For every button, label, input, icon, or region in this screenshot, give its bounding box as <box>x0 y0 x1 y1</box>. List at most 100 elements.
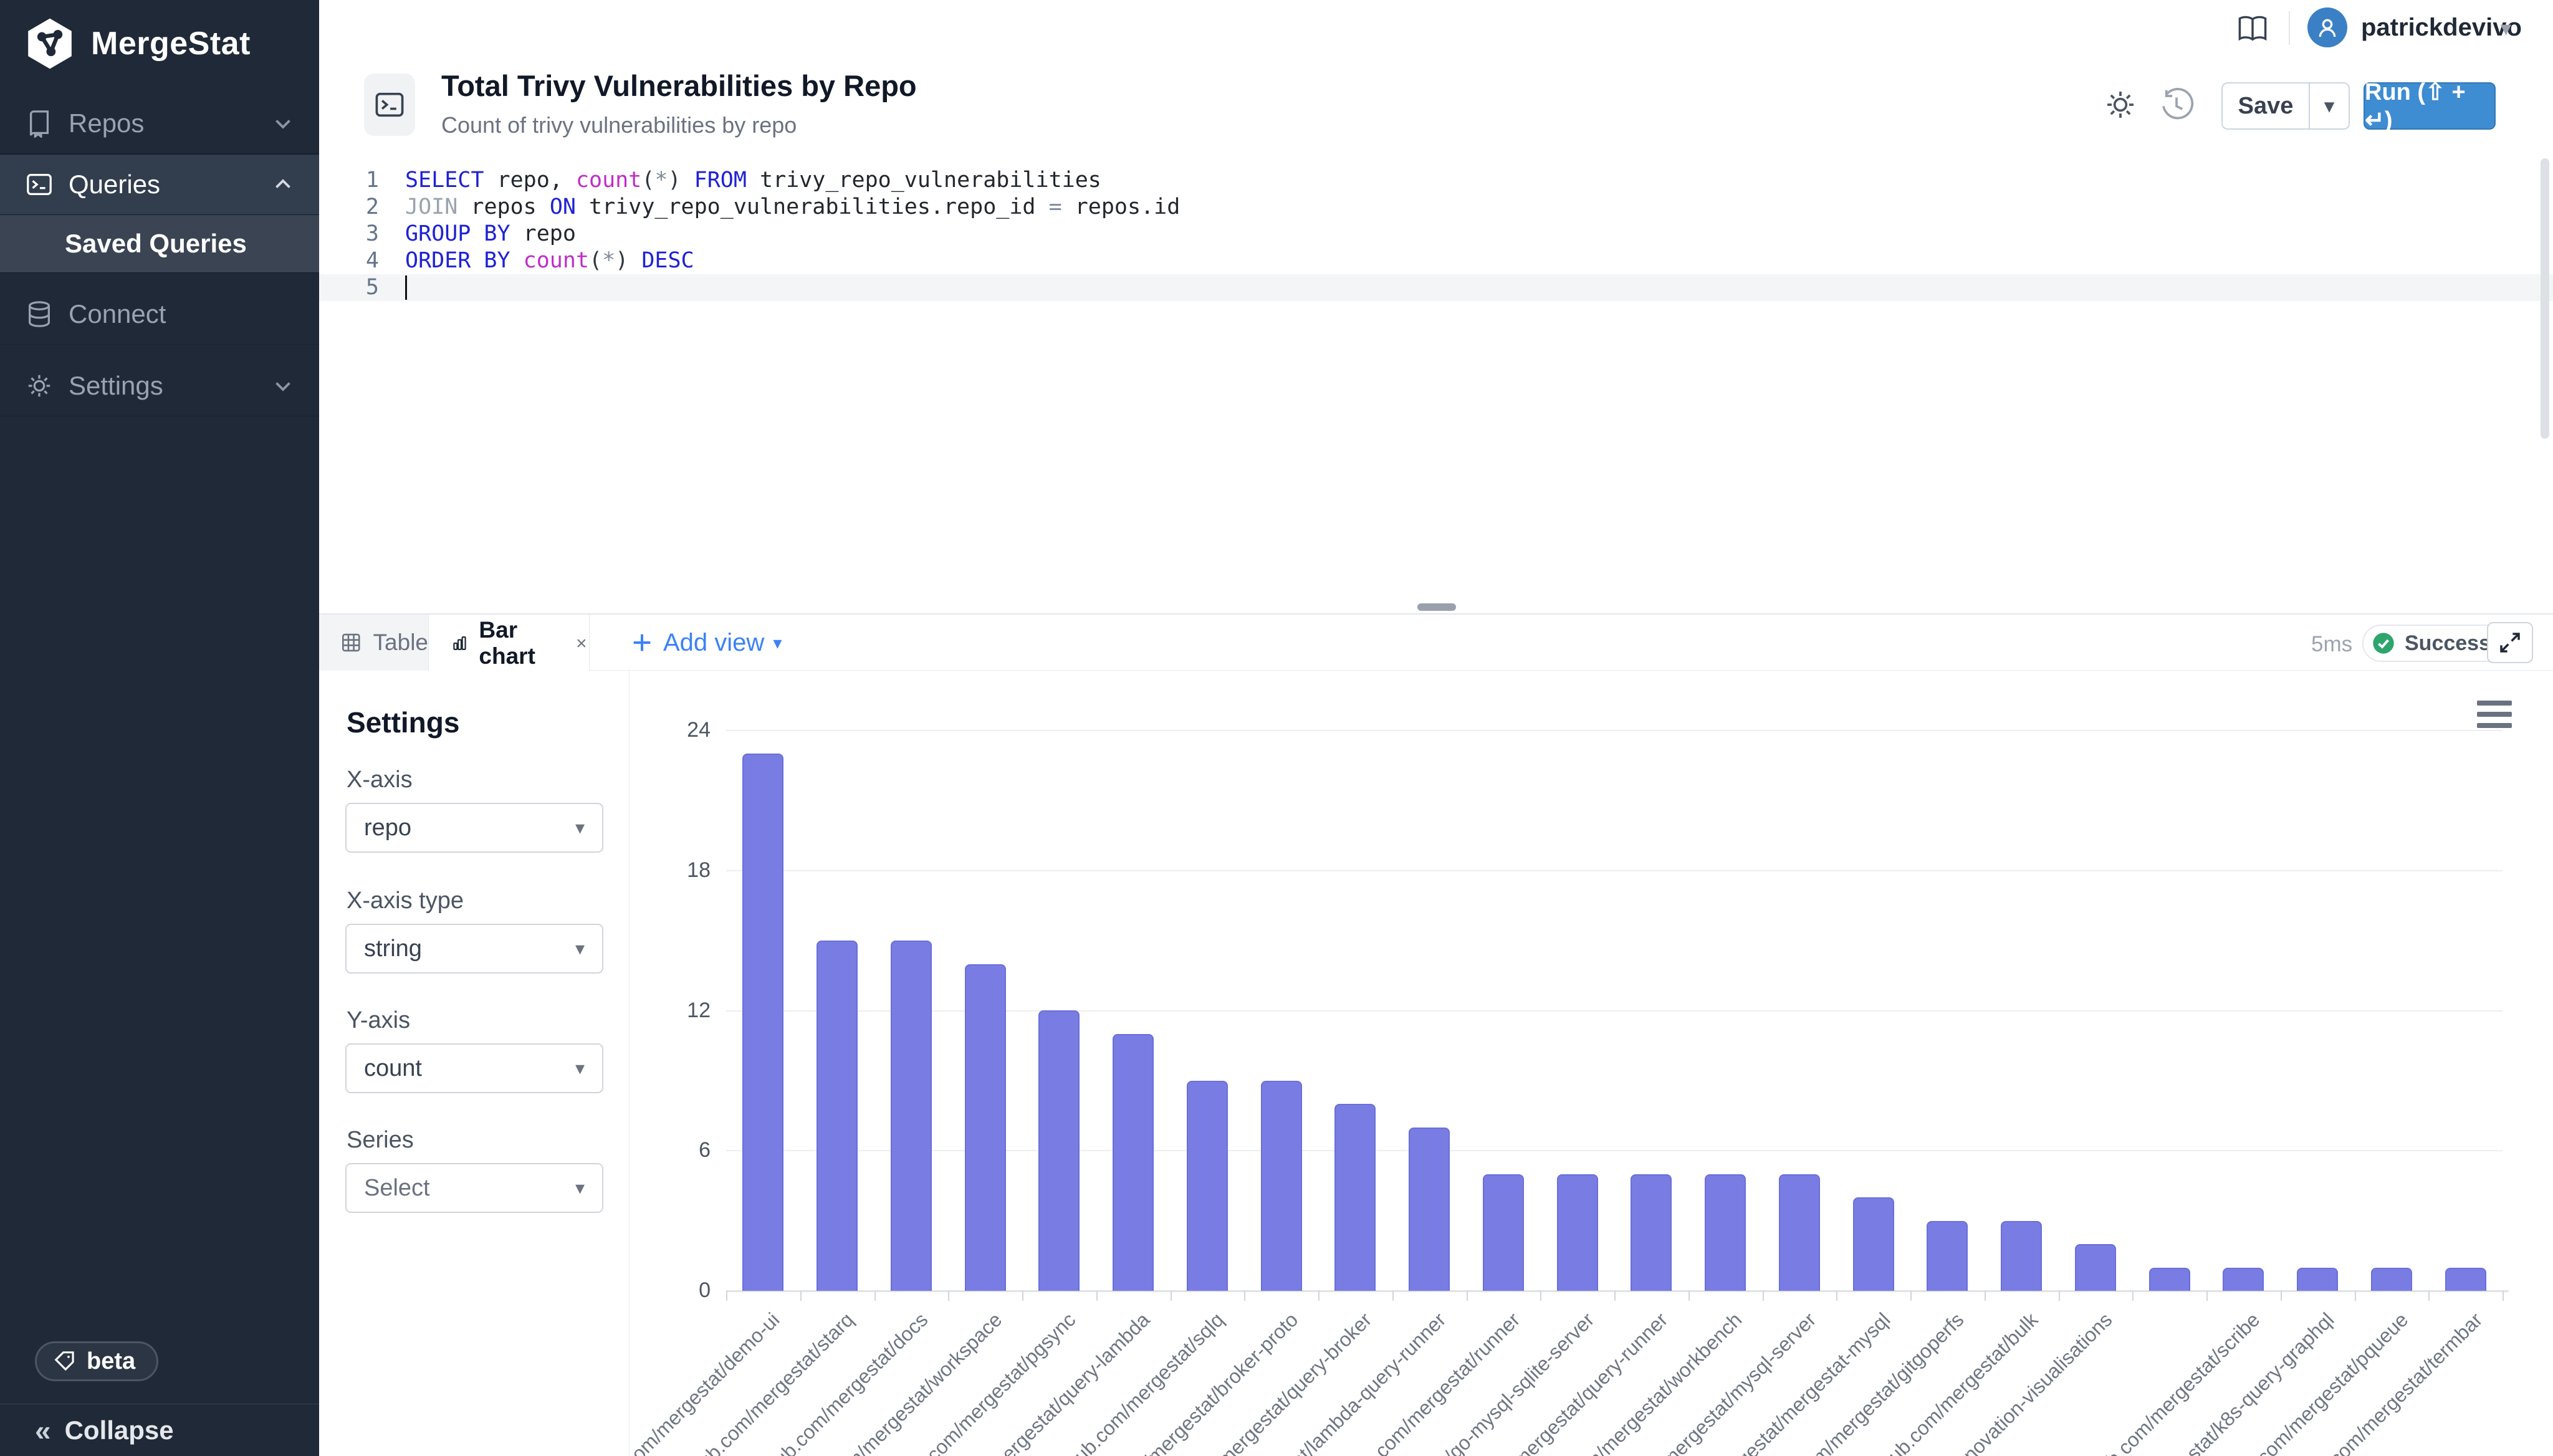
sidebar-item-label: Connect <box>69 299 166 329</box>
sidebar-item-repos[interactable]: Repos <box>0 93 319 154</box>
y-axis-select[interactable]: count▾ <box>345 1043 603 1093</box>
close-tab-icon[interactable] <box>574 633 589 654</box>
tab-table[interactable]: Table <box>319 615 429 671</box>
x-axis-tick <box>1392 1291 1394 1301</box>
save-dropdown-caret[interactable]: ▾ <box>2309 82 2350 130</box>
bar[interactable] <box>1113 1034 1154 1291</box>
bar[interactable] <box>891 941 932 1291</box>
add-view-label: Add view <box>663 629 764 657</box>
bar[interactable] <box>2445 1268 2486 1291</box>
bar[interactable] <box>1187 1081 1228 1291</box>
beta-label: beta <box>87 1348 135 1375</box>
x-axis-tick <box>2281 1291 2282 1301</box>
line-number: 4 <box>319 247 379 274</box>
bar[interactable] <box>1779 1174 1820 1291</box>
sidebar-item-settings[interactable]: Settings <box>0 356 319 416</box>
bar[interactable] <box>2149 1268 2190 1291</box>
code-token <box>628 248 641 273</box>
x-axis-label: X-axis <box>347 767 413 793</box>
line-number: 5 <box>319 274 379 301</box>
code-token: = <box>1049 194 1062 219</box>
terminal-icon <box>25 170 54 199</box>
code-token: ) <box>668 168 681 193</box>
bar[interactable] <box>742 754 783 1291</box>
bar[interactable] <box>1334 1104 1376 1291</box>
bar[interactable] <box>1557 1174 1598 1291</box>
sidebar-item-label: Settings <box>69 371 163 401</box>
history-icon[interactable] <box>2159 87 2194 122</box>
results-tabbar: Table Bar chart Add view ▾ 5ms Success <box>319 615 2553 671</box>
sidebar-nav: Repos Queries Saved Queries <box>0 93 319 416</box>
bar[interactable] <box>1927 1221 1968 1291</box>
tab-bar-chart[interactable]: Bar chart <box>429 615 590 671</box>
query-header: Total Trivy Vulnerabilities by Repo Coun… <box>319 55 2553 155</box>
code-line: 5 <box>319 274 2553 301</box>
caret-down-icon: ▾ <box>575 938 585 960</box>
bar[interactable] <box>1409 1128 1450 1291</box>
code-token <box>681 168 694 193</box>
username[interactable]: patrickdevivo <box>2361 14 2522 42</box>
code-token: SELECT <box>405 168 484 193</box>
sql-editor[interactable]: 1SELECT repo, count(*) FROM trivy_repo_v… <box>319 155 2553 613</box>
bar[interactable] <box>1705 1174 1746 1291</box>
y-axis-tick-label: 18 <box>642 858 711 883</box>
bar[interactable] <box>1631 1174 1672 1291</box>
sidebar-item-queries[interactable]: Queries <box>0 154 319 215</box>
page-title: Total Trivy Vulnerabilities by Repo <box>441 69 917 103</box>
query-settings-gear-icon[interactable] <box>2103 87 2138 122</box>
x-axis-tick <box>874 1291 876 1301</box>
chart-menu-icon[interactable] <box>2477 701 2512 728</box>
tag-icon <box>53 1349 77 1373</box>
sidebar-item-connect[interactable]: Connect <box>0 284 319 345</box>
select-value: count <box>364 1055 422 1082</box>
run-button[interactable]: Run (⇧ + ↵) <box>2364 82 2496 130</box>
user-menu-caret-icon[interactable]: ▾ <box>2501 16 2511 41</box>
x-axis-tick <box>1910 1291 1912 1301</box>
settings-title: Settings <box>347 706 459 739</box>
code-line: 1SELECT repo, count(*) FROM trivy_repo_v… <box>319 167 2553 194</box>
code-token: FROM <box>694 168 747 193</box>
bar[interactable] <box>2001 1221 2042 1291</box>
bar[interactable] <box>2075 1244 2116 1291</box>
save-button[interactable]: Save <box>2221 82 2309 130</box>
bar[interactable] <box>1261 1081 1302 1291</box>
resize-handle[interactable] <box>1417 603 1456 611</box>
add-view-button[interactable]: Add view ▾ <box>630 615 782 671</box>
x-axis-tick <box>2355 1291 2356 1301</box>
x-axis-type-select[interactable]: string▾ <box>345 924 603 974</box>
bar[interactable] <box>2297 1268 2338 1291</box>
expand-button[interactable] <box>2487 622 2533 663</box>
y-axis-label: Y-axis <box>347 1007 410 1034</box>
tab-label: Table <box>373 630 428 656</box>
y-axis-tick-label: 0 <box>642 1278 711 1303</box>
x-axis-tick <box>1022 1291 1023 1301</box>
code-token: repo, <box>484 168 576 193</box>
code-token: ON <box>550 194 576 219</box>
docs-book-icon[interactable] <box>2236 14 2269 44</box>
code-token: DESC <box>641 248 694 273</box>
plus-icon <box>630 630 654 655</box>
brand[interactable]: MergeStat <box>22 17 251 70</box>
code-token: trivy_repo_vulnerabilities <box>747 168 1101 193</box>
avatar[interactable] <box>2307 7 2347 47</box>
bar[interactable] <box>2371 1268 2412 1291</box>
x-axis-tick <box>1763 1291 1764 1301</box>
series-select[interactable]: Select▾ <box>345 1163 603 1213</box>
y-axis-tick-label: 6 <box>642 1138 711 1162</box>
sidebar-item-saved-queries[interactable]: Saved Queries <box>0 215 319 273</box>
x-axis-select[interactable]: repo▾ <box>345 803 603 853</box>
code-token: ( <box>641 168 654 193</box>
x-axis-tick <box>2503 1291 2504 1301</box>
bar[interactable] <box>2223 1268 2264 1291</box>
x-axis-tick <box>2059 1291 2060 1301</box>
bar[interactable] <box>1038 1010 1080 1291</box>
bar[interactable] <box>817 941 858 1291</box>
collapse-button[interactable]: « Collapse <box>0 1404 354 1456</box>
bar[interactable] <box>1483 1174 1524 1291</box>
bar[interactable] <box>965 964 1006 1291</box>
bar[interactable] <box>1853 1197 1894 1291</box>
code-token: count <box>576 168 641 193</box>
editor-scrollbar[interactable] <box>2541 158 2549 439</box>
sidebar-item-label: Saved Queries <box>65 229 247 259</box>
code-line: 4ORDER BY count(*) DESC <box>319 247 2553 274</box>
